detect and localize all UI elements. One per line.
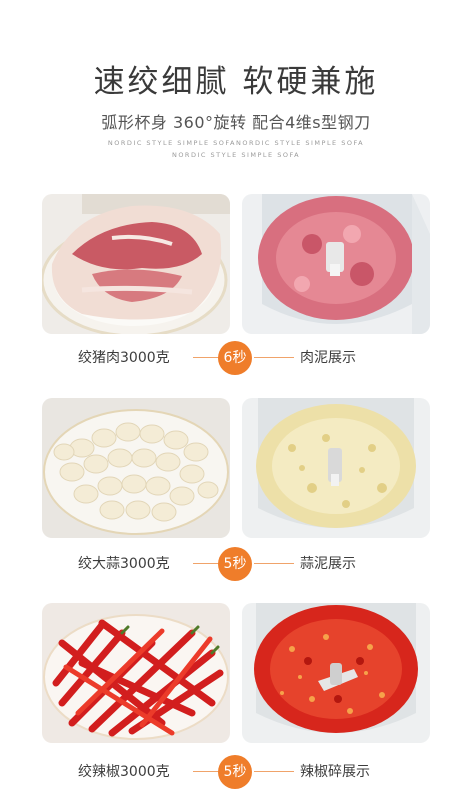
minced-pork-photo — [242, 194, 430, 334]
row3-right-label: 辣椒碎展示 — [300, 764, 370, 780]
row2-time-badge: 5秒 — [218, 547, 252, 581]
connector-line-right-3 — [254, 771, 294, 772]
garlic-cloves-photo — [42, 398, 230, 538]
connector-line-right-2 — [254, 563, 294, 564]
minced-garlic-photo — [242, 398, 430, 538]
raw-pork-photo — [42, 194, 230, 334]
connector-line-right-1 — [254, 357, 294, 358]
row2-right-label: 蒜泥展示 — [300, 556, 356, 572]
decorative-caption-2: NORDIC STYLE SIMPLE SOFA — [171, 151, 301, 159]
red-chili-photo — [42, 603, 230, 743]
row2-left-label: 绞大蒜3000克 — [78, 556, 170, 572]
page-title: 速绞细腻 软硬兼施 — [93, 64, 379, 100]
row1-time-badge: 6秒 — [218, 341, 252, 375]
row3-time-badge: 5秒 — [218, 755, 252, 789]
row3-left-label: 绞辣椒3000克 — [78, 764, 170, 780]
page-subtitle: 弧形杯身 360°旋转 配合4维s型钢刀 — [101, 113, 371, 132]
row1-right-label: 肉泥展示 — [300, 350, 356, 366]
decorative-caption-1: NORDIC STYLE SIMPLE SOFANORDIC STYLE SIM… — [107, 139, 365, 147]
row1-left-label: 绞猪肉3000克 — [78, 350, 170, 366]
chopped-chili-photo — [242, 603, 430, 743]
